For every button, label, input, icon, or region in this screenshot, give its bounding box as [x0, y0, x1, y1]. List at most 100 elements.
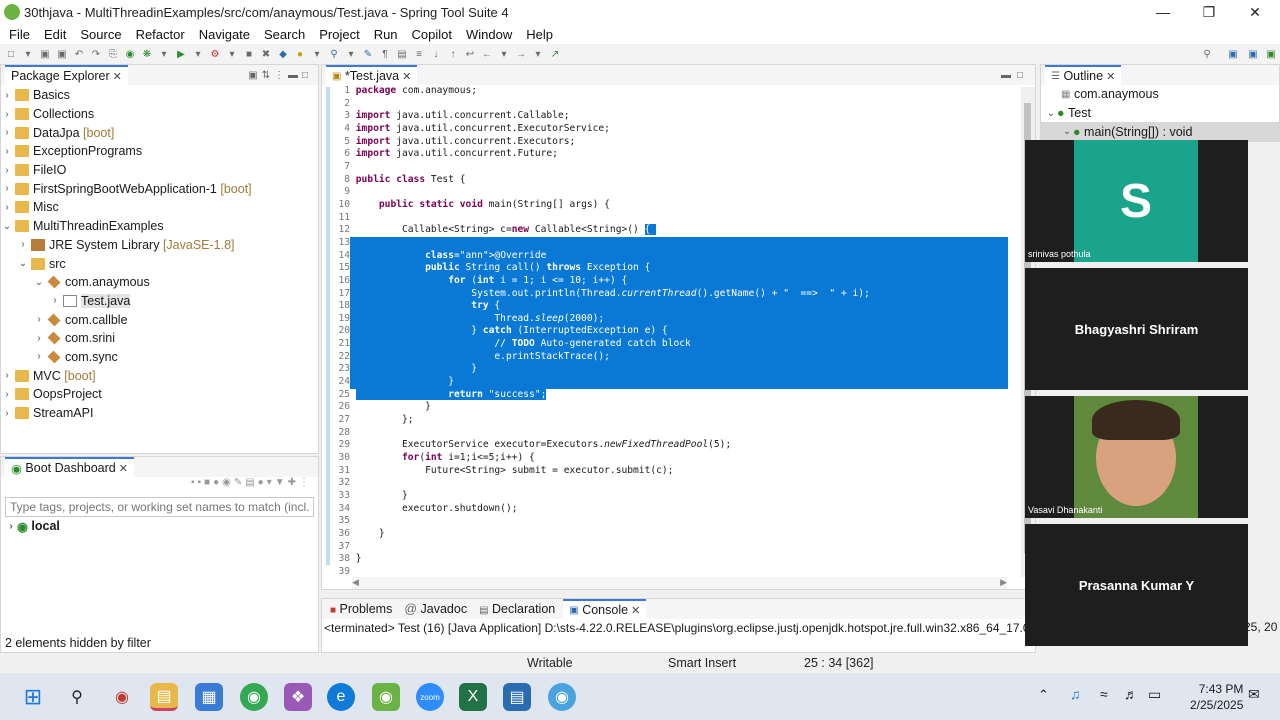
menu-refactor[interactable]: Refactor [129, 27, 192, 42]
code-line[interactable]: 5 import java.util.concurrent.Executors; [328, 136, 1015, 149]
boot-dashboard-toolbar[interactable]: ▪▪■●◉✎▤●▾▼✚⋮ [1, 477, 318, 497]
menu-file[interactable]: File [2, 27, 37, 42]
microphone-icon[interactable]: ♫ [1070, 686, 1081, 702]
chevron-right-icon[interactable]: › [5, 521, 17, 532]
outline-package[interactable]: ▦ com.anaymous [1041, 85, 1279, 104]
boot-filter-input[interactable]: Type tags, projects, or working set name… [5, 497, 314, 517]
participant-tile[interactable]: Bhagyashri Shriram [1025, 268, 1248, 390]
chevron-right-icon[interactable]: › [1, 109, 13, 120]
undo-icon[interactable]: ↶ [72, 48, 86, 60]
code-line[interactable]: 8 public class Test { [328, 174, 1015, 187]
new-icon[interactable]: □ [4, 48, 18, 60]
forward-icon[interactable]: → [514, 48, 528, 60]
tree-project-exceptionprograms[interactable]: › ExceptionPrograms [1, 142, 318, 161]
chevron-right-icon[interactable]: › [1, 90, 13, 101]
chevron-right-icon[interactable]: › [33, 314, 45, 325]
horizontal-scrollbar[interactable]: ◀ ▶ [352, 577, 1007, 589]
next-annotation-icon[interactable]: ↓ [429, 48, 443, 60]
tab-problems[interactable]: ■ Problems [326, 602, 396, 616]
scroll-left-icon[interactable]: ◀ [352, 577, 359, 587]
tree-package-callble[interactable]: › com.callble [1, 310, 318, 329]
participant-tile[interactable]: S srinivas pothula [1025, 140, 1248, 262]
code-line[interactable]: 22 e.printStackTrace(); [328, 350, 1015, 364]
close-icon[interactable]: ✕ [1106, 70, 1115, 83]
menu-project[interactable]: Project [312, 27, 366, 42]
code-line[interactable]: 36 } [328, 528, 1015, 541]
last-edit-icon[interactable]: ↩ [463, 48, 477, 60]
code-line[interactable]: 10 public static void main(String[] args… [328, 199, 1015, 212]
notification-icon[interactable]: ✉ [1248, 686, 1260, 703]
code-line[interactable]: 24 } [328, 376, 1015, 389]
code-line[interactable]: 29 ExecutorService executor=Executors.ne… [328, 439, 1015, 452]
redo-icon[interactable]: ↷ [89, 48, 103, 60]
close-icon[interactable]: ✕ [119, 462, 128, 475]
code-line[interactable]: 12 Callable<String> c=new Callable<Strin… [328, 224, 1015, 237]
code-line[interactable]: 3 import java.util.concurrent.Callable; [328, 110, 1015, 123]
boot-dashboard-tab[interactable]: ◉ Boot Dashboard ✕ [5, 457, 134, 477]
save-icon[interactable]: ▣ [38, 48, 52, 60]
dropdown-icon[interactable]: ▾ [531, 48, 545, 60]
chevron-right-icon[interactable]: › [1, 408, 13, 419]
volume-icon[interactable]: ♬ [1124, 686, 1138, 702]
chevron-down-icon[interactable]: ⌄ [33, 277, 45, 288]
store-icon[interactable]: ▦ [195, 683, 223, 711]
start-icon[interactable]: ⊞ [19, 683, 47, 711]
code-line[interactable]: 27 }; [328, 414, 1015, 427]
outline-method[interactable]: ⌄ ● main(String[]) : void [1041, 122, 1279, 142]
clock[interactable]: 7:43 PM 2/25/2025 [1190, 681, 1243, 713]
code-line[interactable]: 34 executor.shutdown(); [328, 503, 1015, 516]
new-class-icon[interactable]: ● [293, 48, 307, 60]
chevron-right-icon[interactable]: › [17, 239, 29, 250]
code-line[interactable]: 14 class="ann">@Override [328, 249, 1015, 263]
code-line[interactable]: 31 Future<String> submit = executor.subm… [328, 465, 1015, 478]
notepad-icon[interactable]: ▤ [503, 683, 531, 711]
open-type-icon[interactable]: ◆ [276, 48, 290, 60]
search-icon[interactable]: ⚲ [1200, 48, 1214, 60]
code-line[interactable]: 28 [328, 427, 1015, 440]
outline-tab[interactable]: ☰ Outline ✕ [1045, 65, 1122, 85]
code-line[interactable]: 30 for(int i=1;i<=5;i++) { [328, 452, 1015, 465]
chrome-icon[interactable]: ◉ [240, 683, 268, 711]
tree-package-anaymous[interactable]: ⌄ com.anaymous [1, 273, 318, 292]
status-insert-mode[interactable]: Smart Insert [668, 656, 736, 670]
menu-run[interactable]: Run [367, 27, 405, 42]
pin-editor-icon[interactable]: ↗ [548, 48, 562, 60]
chevron-right-icon[interactable]: › [1, 127, 13, 138]
code-line[interactable]: 6 import java.util.concurrent.Future; [328, 148, 1015, 161]
menu-window[interactable]: Window [459, 27, 519, 42]
block-select-icon[interactable]: ▤ [395, 48, 409, 60]
tree-project-multithreadin[interactable]: ⌄ MultiThreadinExamples [1, 217, 318, 236]
perspective-debug-icon[interactable]: ▣ [1246, 48, 1260, 60]
tree-project-mvc[interactable]: › MVC [boot] [1, 366, 318, 385]
menu-source[interactable]: Source [73, 27, 128, 42]
debug-icon[interactable]: ❋ [140, 48, 154, 60]
code-line[interactable]: 33 } [328, 490, 1015, 503]
code-line[interactable]: 21 // TODO Auto-generated catch block [328, 338, 1015, 351]
code-line[interactable]: 38 } [328, 553, 1015, 566]
boot-local-target[interactable]: › ◉ local [1, 517, 318, 536]
view-menu-icon[interactable]: ▣⇅⋮▬□ [248, 70, 312, 81]
dropdown-icon[interactable]: ▾ [310, 48, 324, 60]
search-icon[interactable]: ⚲ [63, 683, 91, 711]
chevron-right-icon[interactable]: › [1, 165, 13, 176]
code-line[interactable]: 15 public String call() throws Exception… [328, 262, 1015, 275]
edge-icon[interactable]: e [327, 683, 355, 711]
code-editor[interactable]: 1 package com.anaymous; 2 3 import java.u… [328, 85, 1015, 575]
code-line[interactable]: 32 [328, 477, 1015, 490]
outline-class[interactable]: ⌄ ● Test [1041, 104, 1279, 123]
close-button[interactable]: ✕ [1232, 0, 1278, 24]
chevron-right-icon[interactable]: › [1, 183, 13, 194]
dropdown-icon[interactable]: ▾ [344, 48, 358, 60]
participant-tile[interactable]: Prasanna Kumar Y [1025, 524, 1248, 646]
print-icon[interactable]: ⎘ [106, 48, 120, 60]
prev-annotation-icon[interactable]: ↑ [446, 48, 460, 60]
code-line[interactable]: 11 [328, 212, 1015, 225]
wifi-icon[interactable]: ≈ [1100, 686, 1108, 702]
chevron-down-icon[interactable]: ⌄ [1, 221, 13, 232]
code-line[interactable]: 4 import java.util.concurrent.ExecutorSe… [328, 123, 1015, 136]
menu-edit[interactable]: Edit [37, 27, 73, 42]
tree-project-streamapi[interactable]: › StreamAPI [1, 404, 318, 423]
editor-tab-test-java[interactable]: ▣ *Test.java ✕ [326, 65, 418, 85]
run-icon[interactable]: ▶ [174, 48, 188, 60]
chevron-down-icon[interactable]: ⌄ [1061, 126, 1073, 137]
